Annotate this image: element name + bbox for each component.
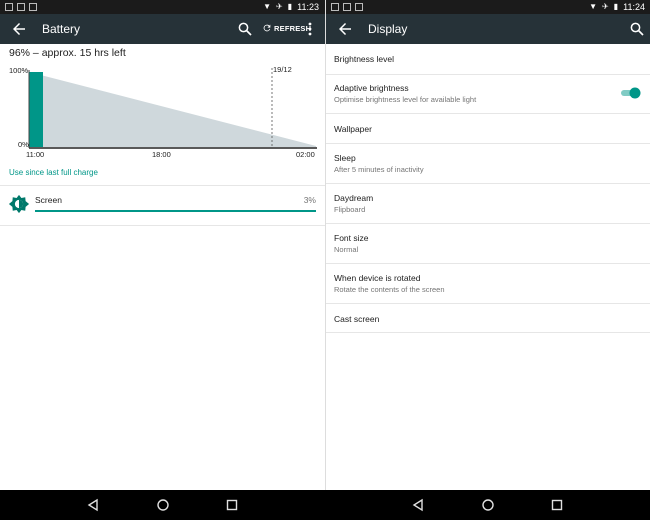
back-arrow-icon[interactable] — [10, 20, 28, 38]
refresh-icon — [263, 24, 271, 32]
airplane-icon: ✈ — [602, 2, 609, 11]
notification-icon — [29, 3, 37, 11]
more-vert-icon[interactable] — [306, 22, 314, 36]
date-marker-label: 19/12 — [273, 65, 292, 74]
setting-font-size[interactable]: Font size Normal — [326, 224, 650, 262]
notification-icon — [17, 3, 25, 11]
setting-cast-screen[interactable]: Cast screen — [326, 304, 650, 332]
page-title: Battery — [42, 22, 81, 36]
app-toolbar: Display — [326, 14, 650, 44]
nav-home-icon[interactable] — [481, 498, 495, 512]
status-time: 11:24 — [623, 2, 645, 12]
x-label-start: 11:00 — [26, 150, 44, 159]
wifi-icon: ▼ — [263, 2, 272, 11]
search-icon[interactable] — [236, 20, 254, 38]
display-screen: ▼ ✈ ▮ 11:24 Display Brightness level Ada… — [325, 0, 650, 520]
notification-icon — [355, 3, 363, 11]
divider — [326, 332, 650, 333]
refresh-button[interactable]: REFRESH — [262, 23, 311, 33]
status-bar: ▼ ✈ ▮ 11:24 — [326, 0, 650, 14]
notification-icons — [5, 3, 37, 11]
navigation-bar — [0, 490, 650, 520]
usage-app-name: Screen — [35, 195, 62, 205]
setting-daydream[interactable]: Daydream Flipboard — [326, 184, 650, 222]
setting-title: Sleep — [334, 153, 356, 163]
usage-row-screen[interactable]: Screen 3% — [0, 188, 325, 224]
setting-subtitle: After 5 minutes of inactivity — [334, 165, 424, 174]
setting-subtitle: Normal — [334, 245, 359, 254]
setting-sleep[interactable]: Sleep After 5 minutes of inactivity — [326, 144, 650, 182]
usage-bar — [35, 210, 316, 212]
notification-icon — [343, 3, 351, 11]
app-toolbar: Battery REFRESH — [0, 14, 325, 44]
setting-title: Daydream — [334, 193, 374, 203]
setting-subtitle: Rotate the contents of the screen — [334, 285, 445, 294]
setting-subtitle: Flipboard — [334, 205, 366, 214]
back-arrow-icon[interactable] — [336, 20, 354, 38]
notification-icon — [5, 3, 13, 11]
setting-brightness-level[interactable]: Brightness level — [326, 44, 650, 74]
setting-title: Font size — [334, 233, 369, 243]
setting-adaptive-brightness[interactable]: Adaptive brightness Optimise brightness … — [326, 75, 650, 113]
setting-title: Cast screen — [334, 314, 380, 324]
nav-recents-icon[interactable] — [550, 498, 564, 512]
projected-area — [29, 72, 316, 147]
y-label-top: 100% — [9, 66, 29, 75]
setting-title: When device is rotated — [334, 273, 421, 283]
battery-screen: ▼ ✈ ▮ 11:23 Battery REFRESH 96% – approx… — [0, 0, 325, 520]
status-bar: ▼ ✈ ▮ 11:23 — [0, 0, 325, 14]
setting-title: Adaptive brightness — [334, 83, 409, 93]
divider — [0, 185, 325, 186]
battery-icon: ▮ — [613, 2, 619, 11]
status-time: 11:23 — [297, 2, 319, 12]
setting-device-rotation[interactable]: When device is rotated Rotate the conten… — [326, 264, 650, 302]
x-label-mid: 18:00 — [152, 150, 171, 159]
y-label-bottom: 0% — [18, 140, 29, 149]
setting-title: Wallpaper — [334, 124, 372, 134]
divider — [0, 225, 325, 226]
nav-back-icon[interactable] — [86, 498, 100, 512]
page-title: Display — [368, 22, 408, 36]
setting-subtitle: Optimise brightness level for available … — [334, 95, 477, 104]
adaptive-brightness-toggle[interactable] — [620, 86, 642, 100]
brightness-icon — [8, 194, 30, 214]
nav-back-icon[interactable] — [411, 498, 425, 512]
nav-home-icon[interactable] — [156, 498, 170, 512]
nav-recents-icon[interactable] — [225, 498, 239, 512]
x-label-end: 02:00 — [296, 150, 315, 159]
airplane-icon: ✈ — [276, 2, 283, 11]
setting-title: Brightness level — [334, 54, 395, 64]
charge-history-bar — [29, 72, 43, 147]
use-since-full-charge-link[interactable]: Use since last full charge — [9, 168, 98, 177]
notification-icon — [331, 3, 339, 11]
battery-icon: ▮ — [287, 2, 293, 11]
usage-percent: 3% — [303, 195, 316, 205]
wifi-icon: ▼ — [589, 2, 598, 11]
battery-chart: 100% 0% 19/12 11:00 18:00 02:00 — [9, 65, 317, 159]
battery-summary: 96% – approx. 15 hrs left — [9, 47, 126, 59]
notification-icons — [331, 3, 363, 11]
search-icon[interactable] — [628, 20, 646, 38]
setting-wallpaper[interactable]: Wallpaper — [326, 114, 650, 144]
